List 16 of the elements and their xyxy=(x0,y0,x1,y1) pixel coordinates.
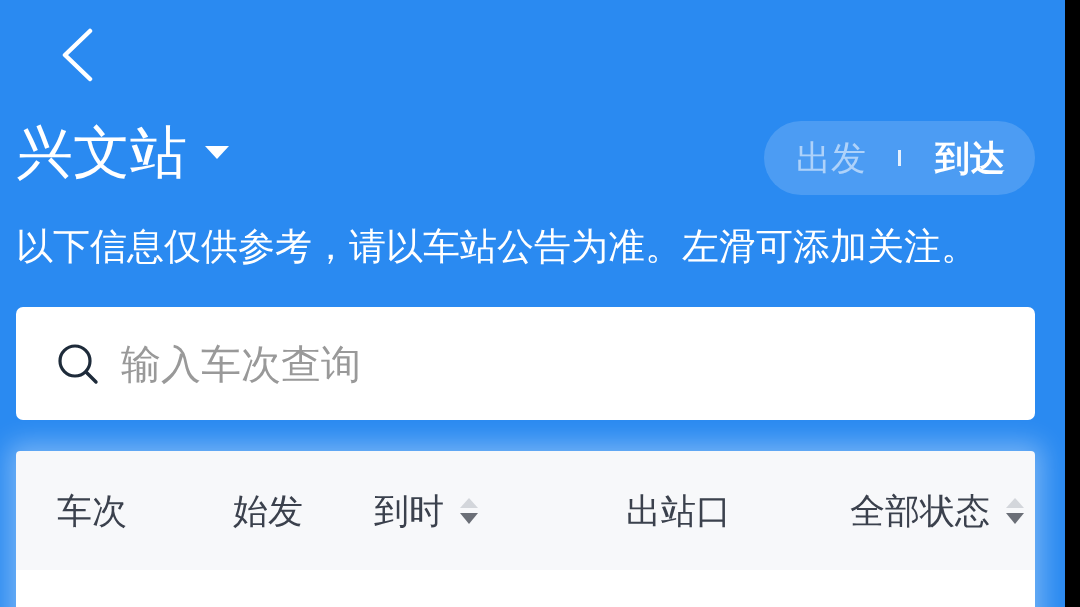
column-header: 出站口 xyxy=(626,489,731,533)
direction-tab[interactable]: 出发 xyxy=(796,136,866,180)
column-header[interactable]: 到时 xyxy=(374,488,478,533)
search-bar[interactable]: 输入车次查询 xyxy=(16,307,1035,420)
direction-tab[interactable]: 到达 xyxy=(935,136,1005,180)
search-icon xyxy=(57,342,99,385)
notice-text: 以下信息仅供参考，请以车站公告为准。左滑可添加关注。 xyxy=(16,225,979,269)
column-header: 始发 xyxy=(233,489,303,533)
column-header: 车次 xyxy=(57,489,127,533)
back-icon[interactable] xyxy=(60,28,94,82)
sort-icon xyxy=(1006,497,1024,524)
search-field[interactable]: 输入车次查询 xyxy=(121,336,1005,391)
sort-icon xyxy=(460,497,478,524)
column-header[interactable]: 全部状态 xyxy=(850,488,1024,533)
caret-icon xyxy=(205,145,229,159)
station-selector[interactable]: 兴文站 xyxy=(16,119,229,185)
